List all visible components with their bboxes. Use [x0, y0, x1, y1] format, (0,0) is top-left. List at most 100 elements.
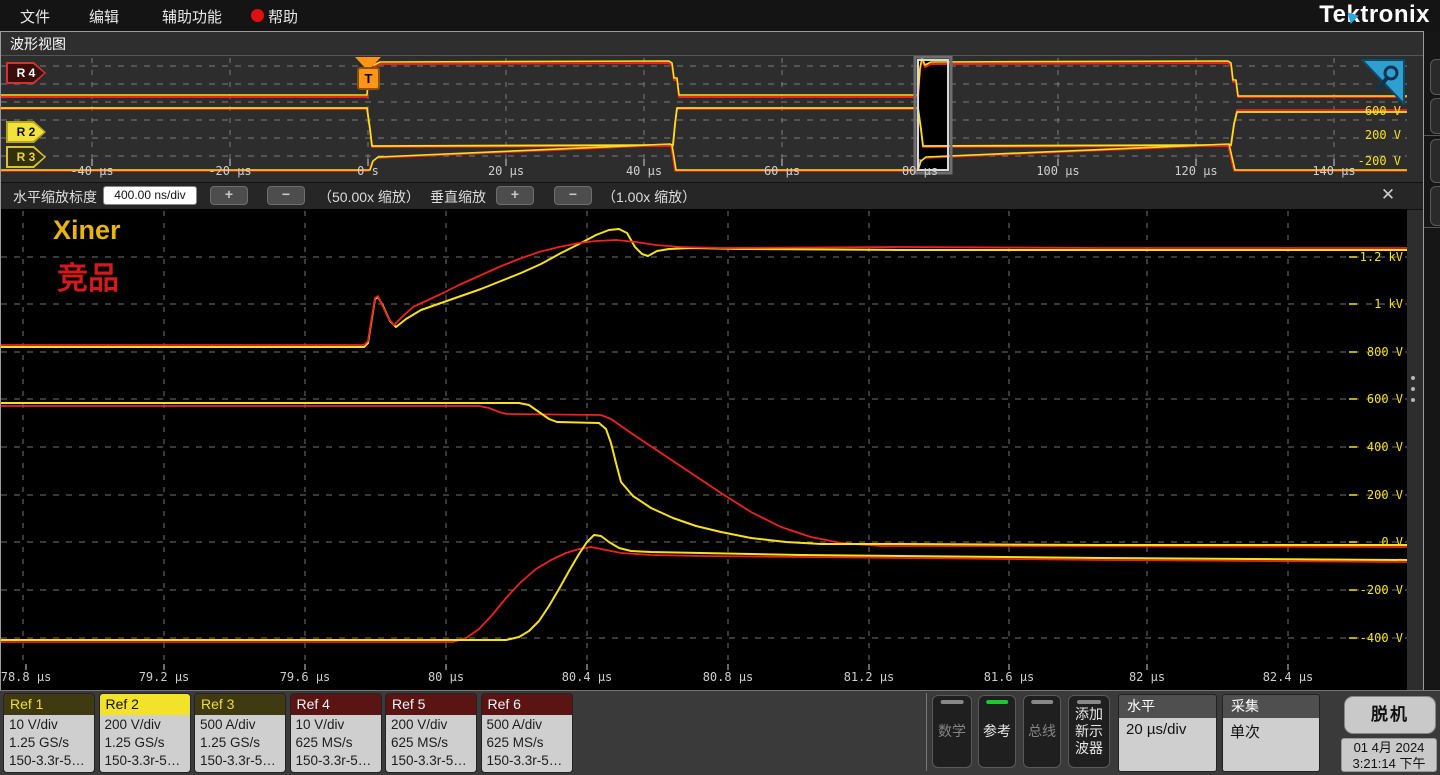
svg-text:1 kV: 1 kV	[1374, 297, 1403, 311]
button-state-indicator	[1077, 700, 1101, 704]
right-panel-strip	[1424, 31, 1440, 690]
menu-utility[interactable]: 辅助功能	[162, 6, 222, 27]
zoom-overview-icon[interactable]	[1361, 59, 1405, 105]
svg-text:82 µs: 82 µs	[1129, 670, 1165, 684]
ref-badge-6[interactable]: Ref 6 500 A/div 625 MS/s 150-3.3r-5…	[480, 693, 573, 773]
svg-text:82.4 µs: 82.4 µs	[1263, 670, 1314, 684]
svg-text:1.2 kV: 1.2 kV	[1360, 250, 1403, 264]
offline-button[interactable]: 脱机	[1344, 696, 1436, 734]
svg-text:200 V: 200 V	[1365, 128, 1401, 142]
trace-comp-sw-red	[0, 405, 1408, 548]
logo-k-accent: k	[1346, 1, 1361, 28]
horizontal-scale-value: 20 µs/div	[1119, 718, 1216, 771]
side-panel-button[interactable]	[1430, 59, 1440, 95]
svg-text:-40 µs: -40 µs	[70, 164, 113, 178]
reference-button[interactable]: 参考	[978, 695, 1016, 768]
drag-handle-icon[interactable]	[1411, 376, 1417, 402]
trace-xiner-sw-yellow	[0, 402, 1408, 546]
svg-text:0 s: 0 s	[357, 164, 379, 178]
button-label: 参考	[983, 723, 1011, 739]
trace-comp-bus-red	[0, 239, 1408, 346]
svg-text:79.2 µs: 79.2 µs	[139, 670, 190, 684]
ref-badge-details: 500 A/div 625 MS/s 150-3.3r-5…	[481, 715, 572, 772]
ref-badge-title: Ref 5	[386, 694, 476, 715]
button-label: 总线	[1028, 723, 1056, 739]
main-waveform[interactable]: 78.8 µs 79.2 µs 79.6 µs 80 µs 80.4 µs 80.8 µs…	[0, 209, 1408, 690]
add-new-scope-button[interactable]: 添加 新示 波器	[1068, 695, 1110, 768]
annotation-xiner: Xiner	[53, 215, 121, 245]
svg-text:120 µs: 120 µs	[1174, 164, 1217, 178]
main-waveform-area[interactable]: 78.8 µs 79.2 µs 79.6 µs 80 µs 80.4 µs 80.8 µs…	[0, 209, 1408, 690]
svg-text:80.8 µs: 80.8 µs	[703, 670, 754, 684]
button-state-indicator	[1031, 700, 1053, 704]
svg-text:80 µs: 80 µs	[902, 164, 938, 178]
ref-badge-3[interactable]: Ref 3 500 A/div 1.25 GS/s 150-3.3r-5…	[194, 693, 286, 773]
channel-badge-r2[interactable]: R 2	[6, 121, 46, 143]
horizontal-panel-title: 水平	[1119, 695, 1216, 718]
waveform-display-area: 波形视图 -40 µs -20 µs 0 s 20 µs 40 µs 60 µs 80 µs…	[0, 31, 1424, 691]
svg-text:-200 V: -200 V	[1360, 583, 1403, 597]
ref-badge-title: Ref 1	[4, 694, 94, 715]
svg-text:600 V: 600 V	[1365, 104, 1401, 118]
svg-text:40 µs: 40 µs	[626, 164, 662, 178]
date-text: 01 4月 2024	[1353, 740, 1425, 755]
trace-ref5-sw-red	[1, 108, 1407, 148]
h-zoom-plus-button[interactable]: +	[210, 186, 248, 205]
side-panel-button[interactable]	[1430, 98, 1440, 134]
math-button[interactable]: 数学	[932, 695, 972, 768]
v-zoom-label: 垂直缩放	[430, 189, 486, 205]
svg-text:-200 V: -200 V	[1358, 154, 1401, 168]
h-zoom-minus-button[interactable]: −	[267, 186, 305, 205]
v-zoom-factor-label: （1.00x 缩放）	[602, 189, 697, 205]
side-panel-button[interactable]	[1430, 186, 1440, 226]
ref-badge-details: 10 V/div 1.25 GS/s 150-3.3r-5…	[4, 715, 94, 772]
side-panel-button[interactable]	[1430, 139, 1440, 183]
trigger-marker-label[interactable]: T	[357, 67, 380, 90]
menu-edit[interactable]: 编辑	[89, 6, 119, 27]
channel-badge-r3[interactable]: R 3	[6, 146, 46, 168]
menu-bar: 文件 编辑 辅助功能 帮助 Tektronix	[0, 0, 1440, 31]
h-zoom-factor-label: （50.00x 缩放）	[318, 189, 420, 205]
button-label: 添加 新示 波器	[1075, 706, 1103, 756]
acquisition-panel[interactable]: 采集 单次	[1222, 694, 1320, 772]
button-state-indicator	[986, 700, 1008, 704]
svg-text:0 V: 0 V	[1381, 535, 1403, 549]
acquisition-panel-title: 采集	[1223, 695, 1319, 718]
ref-badge-4[interactable]: Ref 4 10 V/div 625 MS/s 150-3.3r-5…	[289, 693, 382, 773]
ref-badge-1[interactable]: Ref 1 10 V/div 1.25 GS/s 150-3.3r-5…	[3, 693, 95, 773]
ref-badge-title: Ref 4	[290, 694, 381, 715]
svg-text:80.4 µs: 80.4 µs	[562, 670, 613, 684]
bottom-settings-bar: Ref 1 10 V/div 1.25 GS/s 150-3.3r-5… Ref 2 20…	[0, 690, 1440, 775]
svg-text:81.2 µs: 81.2 µs	[844, 670, 895, 684]
svg-text:20 µs: 20 µs	[488, 164, 524, 178]
datetime-display: 01 4月 2024 3:21:14 下午	[1341, 738, 1437, 772]
svg-text:81.6 µs: 81.6 µs	[984, 670, 1035, 684]
divider	[926, 693, 927, 771]
help-record-icon	[251, 9, 264, 22]
ref-badge-title: Ref 2	[99, 694, 190, 715]
svg-text:100 µs: 100 µs	[1036, 164, 1079, 178]
svg-text:-20 µs: -20 µs	[208, 164, 251, 178]
v-zoom-plus-button[interactable]: +	[496, 186, 534, 205]
time-text: 3:21:14 下午	[1352, 756, 1426, 771]
button-label: 数学	[938, 723, 966, 739]
ref-badge-2[interactable]: Ref 2 200 V/div 1.25 GS/s 150-3.3r-5…	[98, 693, 191, 773]
svg-text:140 µs: 140 µs	[1312, 164, 1355, 178]
acquisition-mode-value: 单次	[1223, 718, 1319, 771]
h-zoom-scale-label: 水平缩放标度	[13, 189, 97, 205]
ref-badge-title: Ref 6	[481, 694, 572, 715]
horizontal-panel[interactable]: 水平 20 µs/div	[1118, 694, 1217, 772]
svg-text:400 V: 400 V	[1367, 440, 1403, 454]
overview-waveform[interactable]: -40 µs -20 µs 0 s 20 µs 40 µs 60 µs 80 µs 100 µ…	[1, 56, 1407, 182]
channel-badge-r4[interactable]: R 4	[6, 62, 46, 84]
svg-text:600 V: 600 V	[1367, 392, 1403, 406]
v-zoom-minus-button[interactable]: −	[554, 186, 592, 205]
ref-badge-title: Ref 3	[195, 694, 285, 715]
menu-help[interactable]: 帮助	[268, 6, 298, 27]
bus-button[interactable]: 总线	[1023, 695, 1061, 768]
close-zoom-icon[interactable]: ✕	[1377, 185, 1399, 205]
annotation-competitor: 竞品	[57, 261, 119, 296]
menu-file[interactable]: 文件	[20, 6, 50, 27]
h-zoom-scale-input[interactable]: 400.00 ns/div	[103, 186, 197, 205]
ref-badge-5[interactable]: Ref 5 200 V/div 625 MS/s 150-3.3r-5…	[385, 693, 477, 773]
